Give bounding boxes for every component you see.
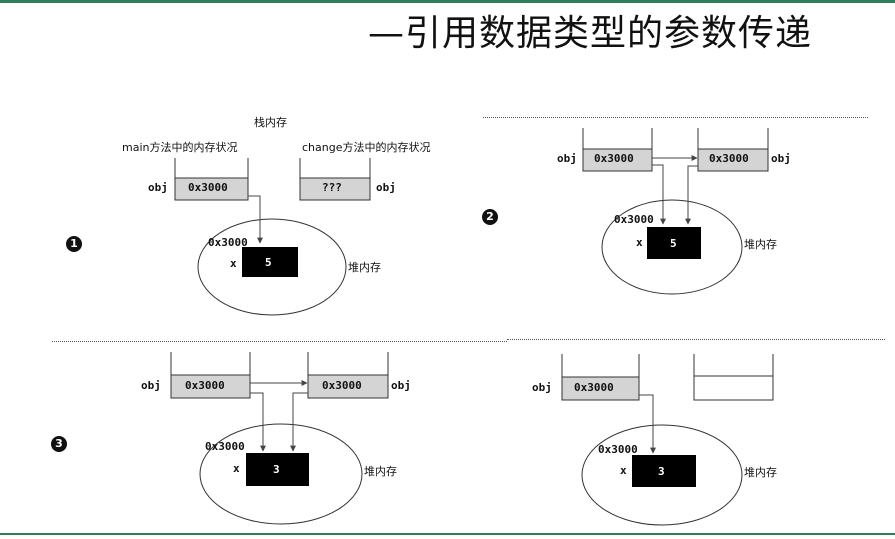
change-obj-var-label: obj	[391, 379, 411, 392]
obj-value: 0x3000	[185, 379, 225, 392]
field-name: x	[620, 464, 627, 477]
heap-memory-label: 堆内存	[744, 238, 777, 251]
field-name: x	[233, 462, 240, 475]
panel-4	[561, 354, 774, 526]
obj-value: 0x3000	[574, 381, 614, 394]
heap-memory-label: 堆内存	[744, 466, 777, 479]
obj-value: 0x3000	[188, 181, 228, 194]
change-obj-var-label: obj	[771, 152, 791, 165]
heap-address: 0x3000	[205, 440, 245, 453]
diagram-canvas	[170, 128, 774, 526]
obj-var-label: obj	[557, 152, 577, 165]
reference-arrow-change	[290, 392, 308, 452]
step-number-3: 3	[51, 436, 67, 452]
heap-address: 0x3000	[614, 213, 654, 226]
stack-frame-change-empty	[693, 354, 774, 401]
field-name: x	[636, 236, 643, 249]
field-value: 3	[658, 465, 665, 478]
field-name: x	[230, 257, 237, 270]
step-number-1: 1	[66, 236, 82, 252]
change-method-label: change方法中的内存状况	[302, 141, 431, 154]
heap-memory-label: 堆内存	[364, 465, 397, 478]
change-obj-value: 0x3000	[709, 152, 749, 165]
obj-var-label: obj	[148, 181, 168, 194]
field-value: 5	[265, 256, 272, 269]
heap-address: 0x3000	[208, 236, 248, 249]
step-number-2: 2	[482, 209, 498, 225]
heap-memory-label: 堆内存	[348, 261, 381, 274]
stack-memory-label: 栈内存	[254, 116, 287, 129]
change-obj-value: 0x3000	[322, 379, 362, 392]
panel-3	[170, 352, 389, 525]
bottom-rule	[0, 533, 895, 535]
obj-var-label: obj	[532, 381, 552, 394]
reference-arrow	[639, 394, 656, 454]
obj-var-label: obj	[141, 379, 161, 392]
change-obj-value: ???	[322, 181, 342, 194]
change-obj-var-label: obj	[376, 181, 396, 194]
main-method-label: main方法中的内存状况	[122, 141, 238, 154]
obj-value: 0x3000	[594, 152, 634, 165]
reference-arrow-main	[250, 392, 266, 452]
field-value: 5	[670, 237, 677, 250]
field-value: 3	[273, 463, 280, 476]
reference-arrow-change	[685, 165, 698, 225]
heap-address: 0x3000	[598, 443, 638, 456]
